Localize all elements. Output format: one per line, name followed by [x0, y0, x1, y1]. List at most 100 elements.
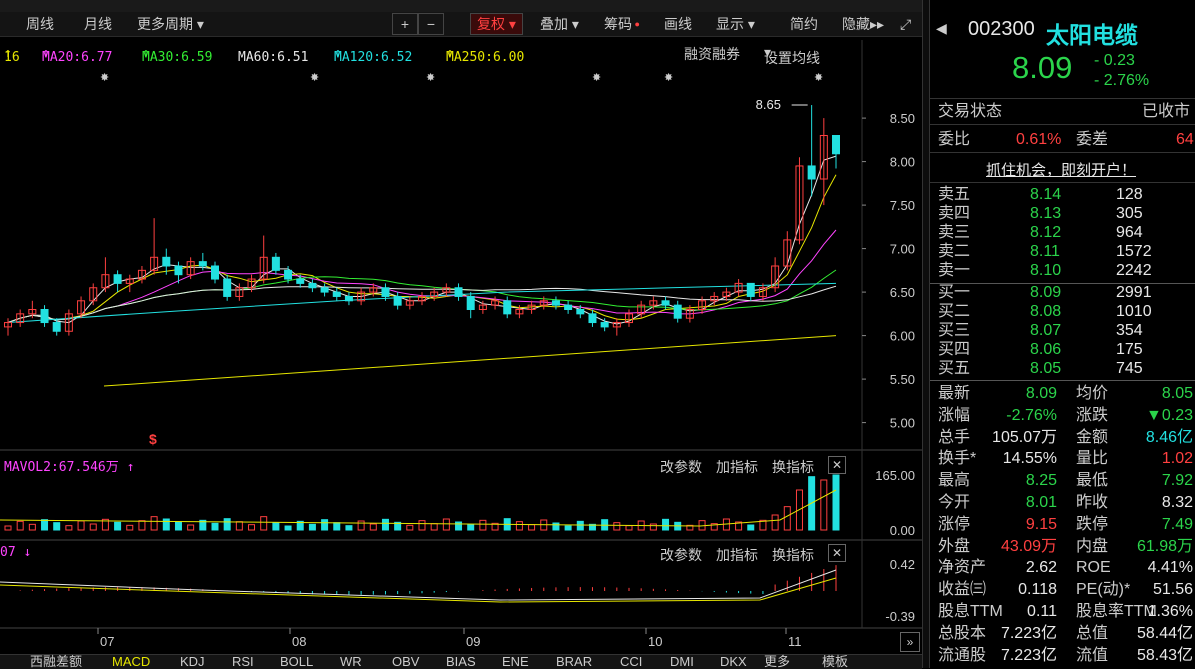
indicator-tab[interactable]: DKX — [720, 655, 747, 669]
order-level: 买三 8.07 354 — [930, 321, 1195, 340]
order-level: 买五 8.05 745 — [930, 359, 1195, 378]
s-marker-icon: $ — [149, 431, 157, 447]
weibi-value: 0.61% — [1016, 131, 1062, 148]
indicator-tab[interactable]: MACD — [112, 655, 150, 669]
indicator-tab[interactable]: ENE — [502, 655, 529, 669]
candle-body — [320, 287, 329, 293]
level-volume: 1010 — [1116, 303, 1152, 320]
status-value: 已收市 — [1142, 103, 1191, 120]
volume-bar — [211, 522, 219, 531]
macd-panel: 0.42 -0.39 — [0, 557, 915, 624]
stat-label: 涨跌 — [1076, 406, 1109, 424]
status-row: 交易状态 已收市 — [930, 102, 1195, 121]
macd-switch-indicator-button[interactable]: 换指标 — [772, 545, 814, 565]
candle-body — [673, 304, 682, 319]
stock-code: 002300 — [968, 18, 1035, 40]
candle-body — [551, 300, 560, 306]
stat-label: 涨停 — [938, 515, 971, 533]
indicator-tab[interactable]: 更多 — [764, 655, 790, 669]
candle-body — [162, 256, 171, 267]
stat-label: 股息率TTM — [1076, 603, 1157, 620]
indicator-tab[interactable]: CCI — [620, 655, 642, 669]
order-level: 买四 8.06 175 — [930, 340, 1195, 359]
vol-param-button[interactable]: 改参数 — [660, 457, 702, 477]
panel-splitter[interactable] — [922, 0, 930, 668]
volume-bar — [150, 516, 158, 531]
volume-bar — [248, 524, 256, 531]
level-volume: 128 — [1116, 186, 1143, 203]
macd-param-button[interactable]: 改参数 — [660, 545, 702, 565]
candle-body — [296, 278, 305, 284]
stat-value: 58.44亿 — [1136, 624, 1193, 642]
y-tick-label: 8.50 — [890, 111, 915, 126]
volume-bar — [4, 525, 12, 531]
macd-add-indicator-button[interactable]: 加指标 — [716, 545, 758, 565]
vol-add-indicator-button[interactable]: 加指标 — [716, 457, 758, 477]
open-account-link[interactable]: 抓住机会，即刻开户！ — [986, 159, 1136, 180]
volume-bar — [662, 518, 670, 531]
y-tick-label: 6.50 — [890, 285, 915, 300]
volume-bar — [41, 519, 49, 531]
volume-bar — [77, 520, 85, 531]
stat-value: 1.02 — [1161, 450, 1193, 468]
indicator-tab[interactable]: 西融差额 — [30, 655, 82, 669]
x-tick-label: 09 — [466, 634, 480, 649]
stat-row: 收益㈢ 0.118 PE(动)* 51.56 — [930, 580, 1195, 599]
stat-label: 总值 — [1076, 624, 1109, 642]
stat-value: 0.11 — [1027, 603, 1057, 620]
macd-close-icon[interactable]: ✕ — [828, 544, 846, 562]
stat-value: 105.07万 — [992, 428, 1057, 446]
volume-bar — [260, 516, 268, 531]
volume-bar — [53, 522, 61, 531]
level-price: 8.08 — [1030, 303, 1062, 320]
vol-close-icon[interactable]: ✕ — [828, 456, 846, 474]
stat-row: 今开 8.01 昨收 8.32 — [930, 493, 1195, 512]
stat-value: ▼0.23 — [1146, 406, 1193, 424]
indicator-tab[interactable]: RSI — [232, 655, 254, 669]
stat-value: 8.46亿 — [1145, 428, 1193, 446]
prev-stock-icon[interactable]: ◀ — [936, 20, 947, 37]
indicator-tab[interactable]: OBV — [392, 655, 419, 669]
indicator-tab[interactable]: DMI — [670, 655, 694, 669]
candle-body — [308, 282, 317, 289]
stat-value: 7.92 — [1161, 472, 1193, 490]
expand-right-icon[interactable]: » — [900, 632, 920, 652]
volume-bar — [174, 521, 182, 531]
indicator-tab[interactable]: BRAR — [556, 655, 592, 669]
level-price: 8.09 — [1030, 284, 1062, 301]
indicator-tab[interactable]: KDJ — [180, 655, 205, 669]
weicha-label: 委差 — [1076, 131, 1109, 148]
y-tick-label: 7.50 — [890, 198, 915, 213]
stat-label: 流值 — [1076, 646, 1109, 664]
level-label: 卖二 — [938, 243, 971, 260]
divider — [930, 124, 1195, 125]
stat-row: 流通股 7.223亿 流值 58.43亿 — [930, 646, 1195, 665]
stat-label: 金额 — [1076, 428, 1109, 446]
stat-row: 涨幅 -2.76% 涨跌 ▼0.23 — [930, 406, 1195, 425]
level-label: 卖三 — [938, 224, 971, 241]
x-tick-label: 07 — [100, 634, 114, 649]
indicator-tab[interactable]: BIAS — [446, 655, 476, 669]
volume-bar — [820, 479, 828, 531]
candles — [4, 105, 840, 336]
indicator-tab[interactable]: 模板 — [822, 655, 848, 669]
stat-label: 外盘 — [938, 537, 971, 555]
level-volume: 175 — [1116, 341, 1143, 358]
volume-bar — [272, 522, 280, 531]
volume-bar — [771, 514, 779, 531]
volume-bar — [515, 521, 523, 531]
vol-switch-indicator-button[interactable]: 换指标 — [772, 457, 814, 477]
macd-tick-label: 0.42 — [890, 557, 915, 572]
candle-body — [746, 282, 755, 297]
ma-line — [7, 229, 837, 323]
indicator-tab[interactable]: BOLL — [280, 655, 313, 669]
stat-value: 8.25 — [1025, 472, 1057, 490]
volume-bar — [406, 524, 414, 531]
indicator-tab[interactable]: WR — [340, 655, 362, 669]
volume-bar — [321, 519, 329, 531]
volume-bar — [357, 520, 365, 531]
level-label: 买五 — [938, 360, 971, 377]
candle-body — [52, 322, 61, 332]
volume-bar — [418, 520, 426, 531]
stat-value: 8.09 — [1025, 385, 1057, 402]
